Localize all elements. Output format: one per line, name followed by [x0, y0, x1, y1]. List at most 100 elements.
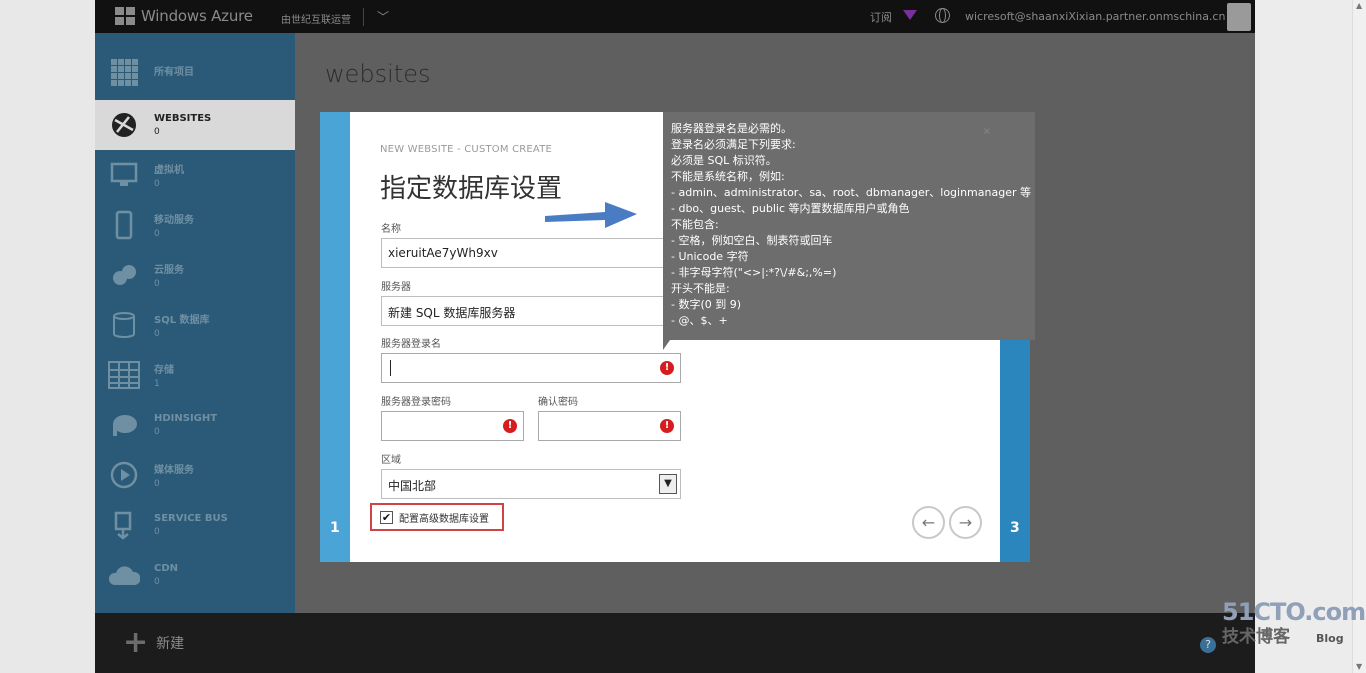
validation-tooltip: 服务器登录名是必需的。 登录名必须满足下列要求: 必须是 SQL 标识符。 不能… [663, 112, 1035, 340]
nav-item-label: 媒体服务 [154, 465, 194, 476]
step-number: 3 [1010, 520, 1020, 536]
tenant-label: 由世纪互联运营 [281, 15, 351, 26]
subscriptions-link[interactable]: 订阅 [870, 9, 892, 25]
nav-item-count: 0 [154, 229, 160, 239]
tooltip-line: - @、$、+ [671, 314, 728, 327]
nav-item-storage[interactable]: 存储 1 [95, 350, 295, 400]
server-select[interactable]: 新建 SQL 数据库服务器 [381, 296, 681, 326]
nav-item-websites[interactable]: WEBSITES 0 [95, 100, 295, 150]
tooltip-line: - 非字母字符("<>|:*?\/#&;,%=) [671, 266, 837, 279]
scroll-down-icon[interactable]: ▼ [1356, 663, 1364, 671]
nav-item-media-services[interactable]: 媒体服务 0 [95, 450, 295, 500]
wizard-subtitle: NEW WEBSITE - CUSTOM CREATE [380, 144, 553, 155]
avatar[interactable] [1227, 3, 1251, 31]
command-bar: + 新建 ? [95, 613, 1255, 673]
region-select[interactable]: 中国北部 ▼ [381, 469, 681, 499]
nav-item-label: 所有项目 [154, 67, 194, 78]
tooltip-line: 开头不能是: [671, 282, 730, 295]
confirm-label: 确认密码 [538, 397, 578, 408]
tooltip-line: - admin、administrator、sa、root、dbmanager、… [671, 186, 1031, 199]
new-button[interactable]: + 新建 [123, 625, 184, 660]
filter-icon[interactable] [903, 10, 917, 20]
plus-icon: + [123, 625, 149, 660]
mobile-icon [108, 209, 140, 241]
table-icon [108, 359, 140, 391]
tooltip-pointer [663, 330, 677, 350]
nav-item-count: 1 [154, 379, 160, 389]
help-icon[interactable]: ? [1200, 637, 1216, 653]
nav-item-label: 云服务 [154, 265, 184, 276]
back-arrow-icon[interactable]: ← [912, 506, 945, 539]
nav-item-label: SERVICE BUS [154, 513, 228, 524]
wizard-title: 指定数据库设置 [380, 174, 563, 204]
watermark-blog: Blog [1316, 632, 1344, 645]
page-title: websites [325, 60, 431, 88]
nav-item-sql-databases[interactable]: SQL 数据库 0 [95, 300, 295, 350]
tooltip-line: 不能是系统名称，例如: [671, 170, 785, 183]
database-icon [108, 309, 140, 341]
left-gutter [0, 0, 95, 673]
tooltip-line: 不能包含: [671, 218, 719, 231]
tooltip-line: - 数字(0 到 9) [671, 298, 742, 311]
chevron-down-icon[interactable]: ▼ [659, 474, 677, 494]
top-bar: Windows Azure 由世纪互联运营 ﹀ 订阅 wicresoft@sha… [95, 0, 1255, 33]
region-value: 中国北部 [388, 479, 437, 493]
nav-item-cloud-services[interactable]: 云服务 0 [95, 250, 295, 300]
nav-item-label: CDN [154, 563, 179, 574]
nav-item-count: 0 [154, 479, 160, 489]
advanced-settings-highlight: ✔ 配置高级数据库设置 [370, 503, 504, 531]
login-field[interactable] [381, 353, 681, 383]
cloud-icon [108, 559, 140, 591]
step-number: 1 [330, 520, 340, 536]
nav-item-service-bus[interactable]: SERVICE BUS 0 [95, 500, 295, 550]
nav-item-count: 0 [154, 179, 160, 189]
nav-item-count: 0 [154, 279, 160, 289]
advanced-settings-label[interactable]: 配置高级数据库设置 [399, 510, 489, 525]
wizard-step-prev[interactable]: 1 [320, 112, 350, 562]
windows-azure-logo[interactable]: Windows Azure [115, 7, 253, 25]
nav-item-mobile-services[interactable]: 移动服务 0 [95, 200, 295, 250]
nav-item-label: 存储 [154, 365, 174, 376]
websites-icon [108, 109, 140, 141]
nav-item-virtual-machines[interactable]: 虚拟机 0 [95, 150, 295, 200]
user-email[interactable]: wicresoft@shaanxiXixian.partner.onmschin… [965, 10, 1225, 23]
region-label: 区域 [381, 455, 401, 466]
name-label: 名称 [381, 224, 401, 235]
text-caret [390, 360, 391, 376]
nav-item-cdn[interactable]: CDN 0 [95, 550, 295, 600]
nav-item-label: SQL 数据库 [154, 315, 210, 326]
nav-item-label: 移动服务 [154, 215, 194, 226]
nav-item-count: 0 [154, 329, 160, 339]
error-icon: ! [503, 419, 517, 433]
tooltip-line: - dbo、guest、public 等内置数据库用户或角色 [671, 202, 910, 215]
gear-cloud-icon [108, 259, 140, 291]
chevron-down-icon[interactable]: ﹀ [377, 8, 389, 25]
password-label: 服务器登录密码 [381, 397, 451, 408]
close-icon[interactable]: × [983, 124, 991, 140]
grid-icon [108, 56, 140, 88]
page-scrollbar[interactable]: ▲ ▼ [1352, 0, 1366, 673]
advanced-settings-checkbox[interactable]: ✔ [380, 510, 393, 524]
tooltip-line: 服务器登录名是必需的。 [671, 122, 792, 135]
globe-icon[interactable] [935, 8, 950, 23]
nav-item-label: WEBSITES [154, 113, 212, 124]
error-icon: ! [660, 419, 674, 433]
annotation-arrow-icon [545, 202, 637, 228]
nav-item-count: 0 [154, 127, 160, 137]
windows-logo-icon [115, 7, 135, 25]
tooltip-line: - Unicode 字符 [671, 250, 749, 263]
next-arrow-icon[interactable]: → [949, 506, 982, 539]
nav-item-count: 0 [154, 427, 160, 437]
tooltip-line: 登录名必须满足下列要求: [671, 138, 796, 151]
right-gutter [1255, 0, 1366, 673]
nav-item-hdinsight[interactable]: HDINSIGHT 0 [95, 400, 295, 450]
service-bus-icon [108, 509, 140, 541]
nav-item-label: HDINSIGHT [154, 413, 218, 424]
divider [363, 8, 364, 26]
name-field[interactable]: xieruitAe7yWh9xv [381, 238, 681, 268]
nav-item-all-items[interactable]: 所有项目 [95, 47, 295, 97]
scroll-up-icon[interactable]: ▲ [1356, 2, 1364, 10]
brand-name: Windows Azure [141, 7, 253, 25]
monitor-icon [108, 159, 140, 191]
nav-item-label: 虚拟机 [154, 165, 184, 176]
